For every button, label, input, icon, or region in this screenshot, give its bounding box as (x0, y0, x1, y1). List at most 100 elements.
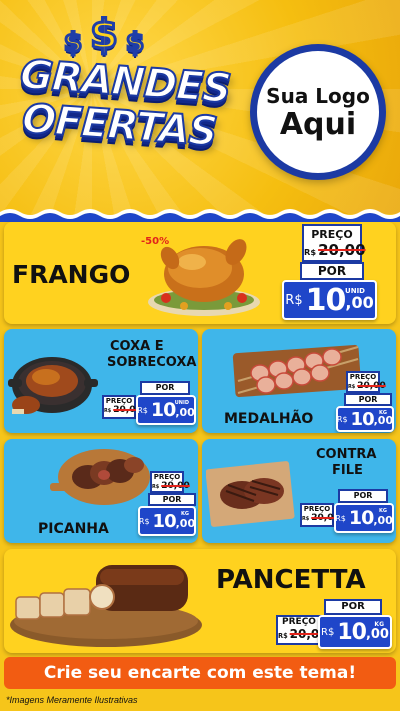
product-name-line-1: COXA E (110, 339, 164, 354)
product-card-frango[interactable]: FRANGO -50% PREÇO R$ 20,00 POR R$ 10 ,00… (4, 222, 396, 324)
old-price-box: PREÇO R$ 20,00 (150, 471, 190, 493)
old-price-value: 20,00 (161, 481, 190, 491)
roast-chicken-image (148, 239, 260, 316)
flyer-page: $ $ $ GRANDES OFERTAS Sua Logo Aqui FRAN… (0, 0, 400, 711)
product-name: MEDALHÃO (224, 411, 314, 427)
old-price-label: PREÇO (303, 505, 331, 513)
price-cents: ,00 (345, 293, 374, 312)
old-price-box: PREÇO R$ 20,00 (302, 224, 366, 262)
price-unit: KG (181, 511, 189, 517)
price-cents: ,00 (175, 517, 196, 530)
price-integer: 10 (348, 507, 374, 529)
price-tag: R$ 10 ,00 KG (318, 615, 392, 649)
product-name-line-1: CONTRA (316, 447, 377, 462)
price-tag: R$ 10 ,00 UNID (136, 395, 196, 425)
old-price-box: PREÇO R$ 20,00 (102, 395, 142, 419)
old-price-box: PREÇO R$ 20,00 (346, 371, 386, 393)
logo-text-line-1: Sua Logo (266, 83, 370, 108)
old-price-currency: R$ (302, 516, 310, 522)
price-unit: KG (374, 621, 384, 628)
old-price-label: PREÇO (311, 228, 353, 241)
price-currency: R$ (138, 516, 150, 526)
product-card-pancetta[interactable]: PANCETTA POR PREÇO R$ 20,00 R$ 10 ,00 KG (4, 549, 396, 653)
product-card-contra-file[interactable]: CONTRA FILE POR PREÇO R$ 20,00 R$ 10 ,00… (202, 439, 396, 543)
disclaimer-text: *Imagens Meramente Ilustrativas (6, 695, 138, 705)
grilled-steak-image (206, 461, 295, 527)
product-name-line-2: SOBRECOXA (107, 355, 197, 370)
new-price-label-box: POR (324, 599, 382, 615)
headline: GRANDES OFERTAS (18, 51, 233, 172)
old-price-box: PREÇO R$ 20,00 (300, 503, 340, 527)
new-price-label-box: POR (344, 393, 392, 406)
new-price-label: POR (353, 491, 373, 500)
price-currency: R$ (137, 405, 148, 415)
price-cents: ,00 (175, 406, 195, 419)
price-unit: KG (379, 508, 387, 514)
old-price-box: PREÇO R$ 20,00 (276, 615, 328, 645)
price-integer: 10 (350, 408, 375, 430)
product-name: FRANGO (12, 260, 131, 289)
old-price: R$ 20,00 (348, 381, 386, 391)
header-banner: $ $ $ GRANDES OFERTAS Sua Logo Aqui (0, 0, 400, 214)
old-price: R$ 20,00 (104, 405, 142, 415)
price-unit: UNID (174, 400, 189, 406)
old-price-currency: R$ (104, 408, 112, 414)
cta-text: Crie seu encarte com este tema! (43, 663, 357, 683)
product-card-medalhao[interactable]: PREÇO R$ 20,00 POR MEDALHÃO R$ 10 ,00 KG (202, 329, 396, 433)
price-tag: R$ 10 ,00 KG (336, 406, 394, 432)
price-cents: ,00 (373, 414, 394, 427)
new-price-label-box: POR (140, 381, 190, 395)
bacon-skewers-image (232, 344, 362, 398)
new-price-label-box: POR (300, 262, 364, 280)
product-name: PANCETTA (216, 565, 366, 595)
old-price-currency: R$ (278, 632, 288, 640)
price-cents: ,00 (365, 627, 389, 642)
price-currency: R$ (321, 626, 335, 638)
new-price-label: POR (358, 395, 378, 404)
new-price-label-box: POR (338, 489, 388, 503)
new-price-label: POR (155, 383, 175, 392)
product-card-picanha[interactable]: PREÇO R$ 20,00 POR PICANHA R$ 10 ,00 KG (4, 439, 198, 543)
price-integer: 10 (337, 619, 367, 645)
dollar-sign-icon: $ (62, 27, 83, 60)
old-price-label: PREÇO (282, 617, 316, 627)
old-price-currency: R$ (304, 247, 317, 257)
old-price-currency: R$ (152, 484, 160, 490)
roast-pork-belly-image (10, 565, 202, 647)
price-tag: R$ 10 ,00 KG (334, 503, 394, 533)
dollar-sign-icon: $ (124, 27, 145, 60)
product-card-coxa-sobrecoxa[interactable]: COXA E SOBRECOXA POR PREÇO R$ 20,00 R$ 10… (4, 329, 198, 433)
price-currency: R$ (336, 414, 348, 424)
new-price-label: POR (317, 264, 347, 278)
old-price: R$ 20,00 (304, 241, 366, 259)
price-integer: 10 (305, 282, 347, 318)
price-cents: ,00 (373, 514, 393, 527)
dollar-signs: $ $ $ (62, 11, 184, 60)
product-name: PICANHA (38, 521, 109, 537)
dollar-sign-icon: $ (89, 11, 120, 60)
old-price-currency: R$ (348, 384, 356, 390)
logo-placeholder[interactable]: Sua Logo Aqui (250, 44, 386, 180)
new-price-label: POR (162, 495, 182, 504)
product-name-line-2: FILE (332, 463, 363, 478)
old-price-label: PREÇO (349, 373, 377, 381)
old-price-value: 20,00 (318, 241, 366, 259)
price-unit: KG (379, 410, 387, 416)
old-price-value: 20,00 (357, 381, 386, 391)
old-price: R$ 20,00 (302, 513, 340, 523)
logo-text-line-2: Aqui (279, 106, 357, 142)
cta-banner[interactable]: Crie seu encarte com este tema! (4, 657, 396, 689)
old-price: R$ 20,00 (278, 627, 328, 641)
price-integer: 10 (150, 399, 176, 421)
wave-divider (0, 209, 400, 222)
chicken-thigh-pan-image (8, 357, 98, 414)
old-price-label: PREÇO (105, 397, 133, 405)
price-currency: R$ (335, 513, 346, 523)
price-integer: 10 (152, 510, 177, 532)
price-tag: R$ 10 ,00 KG (138, 506, 196, 536)
sliced-picanha-image (50, 449, 150, 505)
old-price: R$ 20,00 (152, 481, 190, 491)
old-price-label: PREÇO (153, 473, 181, 481)
price-tag: R$ 10 ,00 UNID (282, 280, 377, 320)
price-unit: UNID (345, 287, 365, 295)
